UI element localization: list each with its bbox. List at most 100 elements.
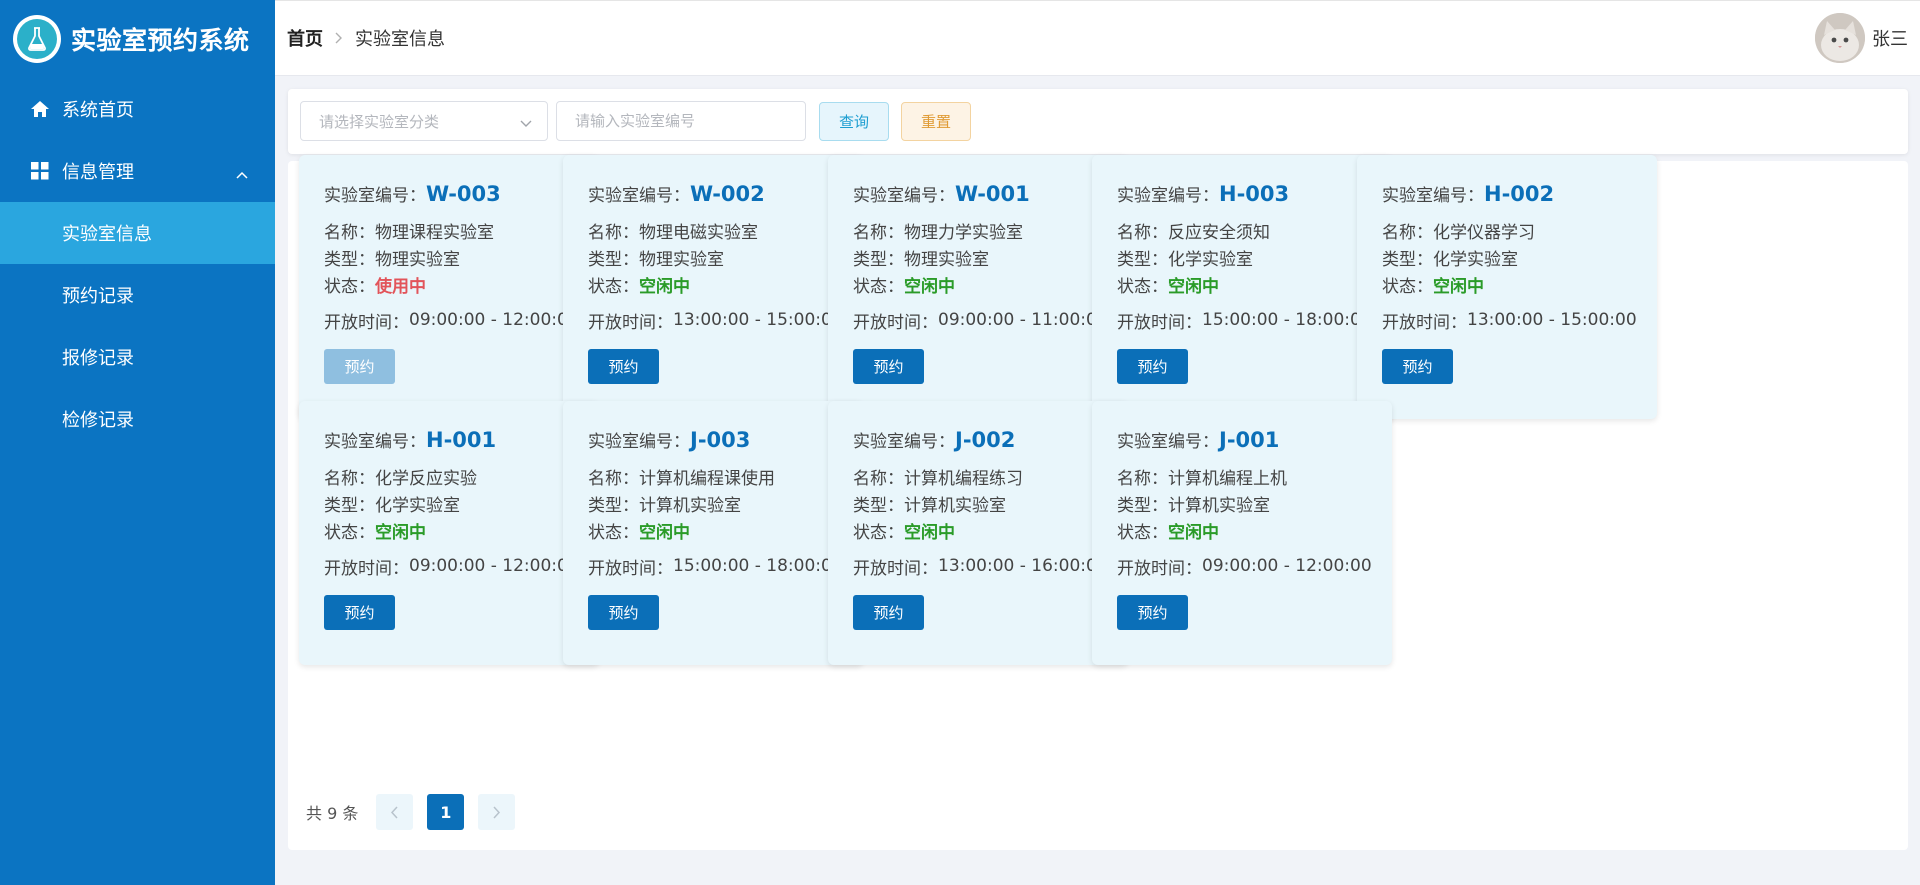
lab-type-row: 类型： 计算机实验室 xyxy=(588,491,863,516)
book-button[interactable]: 预约 xyxy=(1117,595,1188,630)
status-badge: 空闲中 xyxy=(904,522,955,543)
lab-code: H-001 xyxy=(426,428,497,452)
lab-code: J-001 xyxy=(1219,428,1280,452)
sidebar-item-lab-info[interactable]: 实验室信息 xyxy=(0,202,275,264)
lab-open-time: 09:00:00 - 12:00:00 xyxy=(1202,556,1372,576)
lab-type-row: 类型： 计算机实验室 xyxy=(853,491,1128,516)
lab-code: H-002 xyxy=(1484,182,1555,206)
avatar[interactable] xyxy=(1815,13,1865,63)
breadcrumb-current: 实验室信息 xyxy=(355,29,445,50)
lab-time-row: 开放时间： 15:00:00 - 18:00:00 xyxy=(1117,305,1392,335)
lab-status-row: 状态： 空闲中 xyxy=(853,269,1128,299)
lab-type-row: 类型： 物理实验室 xyxy=(853,245,1128,270)
chevron-right-icon xyxy=(335,32,343,44)
lab-name: 物理电磁实验室 xyxy=(639,222,758,243)
status-badge: 空闲中 xyxy=(1168,276,1219,297)
sidebar-item-home[interactable]: 系统首页 xyxy=(0,78,275,140)
lab-name-row: 名称： 物理力学实验室 xyxy=(853,215,1128,245)
lab-status-label: 状态： xyxy=(1117,276,1168,297)
lab-open-time: 09:00:00 - 12:00:00 xyxy=(409,556,579,576)
lab-code-label: 实验室编号： xyxy=(853,186,955,206)
lab-code: H-003 xyxy=(1219,182,1290,206)
lab-type-label: 类型： xyxy=(324,249,375,270)
lab-status-row: 状态： 空闲中 xyxy=(853,515,1128,545)
lab-open-time: 13:00:00 - 15:00:00 xyxy=(1467,310,1637,330)
home-icon xyxy=(30,99,50,119)
lab-status-label: 状态： xyxy=(853,522,904,543)
lab-status-row: 状态： 空闲中 xyxy=(324,515,599,545)
lab-code-input[interactable] xyxy=(556,101,806,141)
user-menu[interactable]: 张三 xyxy=(1815,13,1908,63)
lab-card: 实验室编号： W-002 名称： 物理电磁实验室 类型： 物理实验室 状态： 空闲中 开放时间：… xyxy=(563,155,863,419)
lab-name: 物理力学实验室 xyxy=(904,222,1023,243)
header: 首页 实验室信息 张三 xyxy=(275,0,1920,76)
lab-name: 物理课程实验室 xyxy=(375,222,494,243)
chevron-up-icon xyxy=(235,164,249,185)
reset-button[interactable]: 重置 xyxy=(901,102,971,141)
search-bar: 请选择实验室分类 查询 重置 xyxy=(288,89,1908,154)
lab-code-row: 实验室编号： H-002 xyxy=(1382,181,1657,209)
lab-time-label: 开放时间： xyxy=(324,558,409,579)
lab-time-label: 开放时间： xyxy=(1382,312,1467,333)
lab-status-row: 状态： 空闲中 xyxy=(1117,515,1392,545)
lab-time-label: 开放时间： xyxy=(588,558,673,579)
page-button-current[interactable]: 1 xyxy=(427,794,465,830)
user-name[interactable]: 张三 xyxy=(1872,25,1908,51)
sidebar-item-label: 实验室信息 xyxy=(62,224,152,245)
lab-name-label: 名称： xyxy=(853,468,904,489)
lab-time-row: 开放时间： 09:00:00 - 12:00:00 xyxy=(1117,551,1392,581)
book-button[interactable]: 预约 xyxy=(1382,349,1453,384)
lab-name-row: 名称： 反应安全须知 xyxy=(1117,215,1392,245)
lab-code-label: 实验室编号： xyxy=(1382,186,1484,206)
flask-logo-icon xyxy=(13,15,61,63)
status-badge: 空闲中 xyxy=(1433,276,1484,297)
book-button[interactable]: 预约 xyxy=(324,349,395,384)
category-select[interactable]: 请选择实验室分类 xyxy=(300,101,548,141)
lab-name-row: 名称： 化学反应实验 xyxy=(324,461,599,491)
book-button[interactable]: 预约 xyxy=(1117,349,1188,384)
book-button[interactable]: 预约 xyxy=(853,349,924,384)
lab-time-label: 开放时间： xyxy=(1117,312,1202,333)
sidebar-item-info-management[interactable]: 信息管理 xyxy=(0,140,275,202)
book-button[interactable]: 预约 xyxy=(588,349,659,384)
lab-name: 计算机编程课使用 xyxy=(639,468,775,489)
sidebar-item-repair-records[interactable]: 报修记录 xyxy=(0,326,275,388)
lab-code-label: 实验室编号： xyxy=(853,432,955,452)
breadcrumb-home[interactable]: 首页 xyxy=(287,25,323,51)
lab-card: 实验室编号： J-001 名称： 计算机编程上机 类型： 计算机实验室 状态： 空闲中 开放时间… xyxy=(1092,401,1392,665)
lab-type-label: 类型： xyxy=(588,495,639,516)
query-button[interactable]: 查询 xyxy=(819,102,889,141)
lab-code-label: 实验室编号： xyxy=(324,432,426,452)
sidebar-item-label: 系统首页 xyxy=(62,100,134,121)
lab-code-row: 实验室编号： J-003 xyxy=(588,427,863,455)
lab-time-row: 开放时间： 13:00:00 - 15:00:00 xyxy=(588,305,863,335)
book-button[interactable]: 预约 xyxy=(853,595,924,630)
lab-name-row: 名称： 计算机编程课使用 xyxy=(588,461,863,491)
lab-time-label: 开放时间： xyxy=(588,312,673,333)
lab-status-label: 状态： xyxy=(853,276,904,297)
lab-open-time: 15:00:00 - 18:00:00 xyxy=(1202,310,1372,330)
next-page-button[interactable] xyxy=(478,794,516,830)
lab-code-row: 实验室编号： H-003 xyxy=(1117,181,1392,209)
lab-card-grid: 实验室编号： W-003 名称： 物理课程实验室 类型： 物理实验室 状态： 使用中 开放时间：… xyxy=(288,155,1908,850)
book-button[interactable]: 预约 xyxy=(588,595,659,630)
lab-type: 计算机实验室 xyxy=(904,495,1006,516)
lab-open-time: 13:00:00 - 16:00:00 xyxy=(938,556,1108,576)
lab-code: W-003 xyxy=(426,182,501,206)
prev-page-button[interactable] xyxy=(376,794,414,830)
lab-name-label: 名称： xyxy=(1117,468,1168,489)
lab-code-label: 实验室编号： xyxy=(1117,432,1219,452)
lab-type-row: 类型： 化学实验室 xyxy=(324,491,599,516)
sidebar-item-booking-records[interactable]: 预约记录 xyxy=(0,264,275,326)
book-button[interactable]: 预约 xyxy=(324,595,395,630)
lab-status-row: 状态： 空闲中 xyxy=(588,515,863,545)
lab-code: J-003 xyxy=(690,428,751,452)
sidebar-item-label: 报修记录 xyxy=(62,348,134,369)
lab-name-row: 名称： 计算机编程练习 xyxy=(853,461,1128,491)
lab-code-row: 实验室编号： W-002 xyxy=(588,181,863,209)
lab-time-row: 开放时间： 09:00:00 - 12:00:00 xyxy=(324,551,599,581)
lab-open-time: 09:00:00 - 12:00:00 xyxy=(409,310,579,330)
sidebar-item-maintenance-records[interactable]: 检修记录 xyxy=(0,388,275,450)
lab-name-label: 名称： xyxy=(324,468,375,489)
lab-code-label: 实验室编号： xyxy=(1117,186,1219,206)
